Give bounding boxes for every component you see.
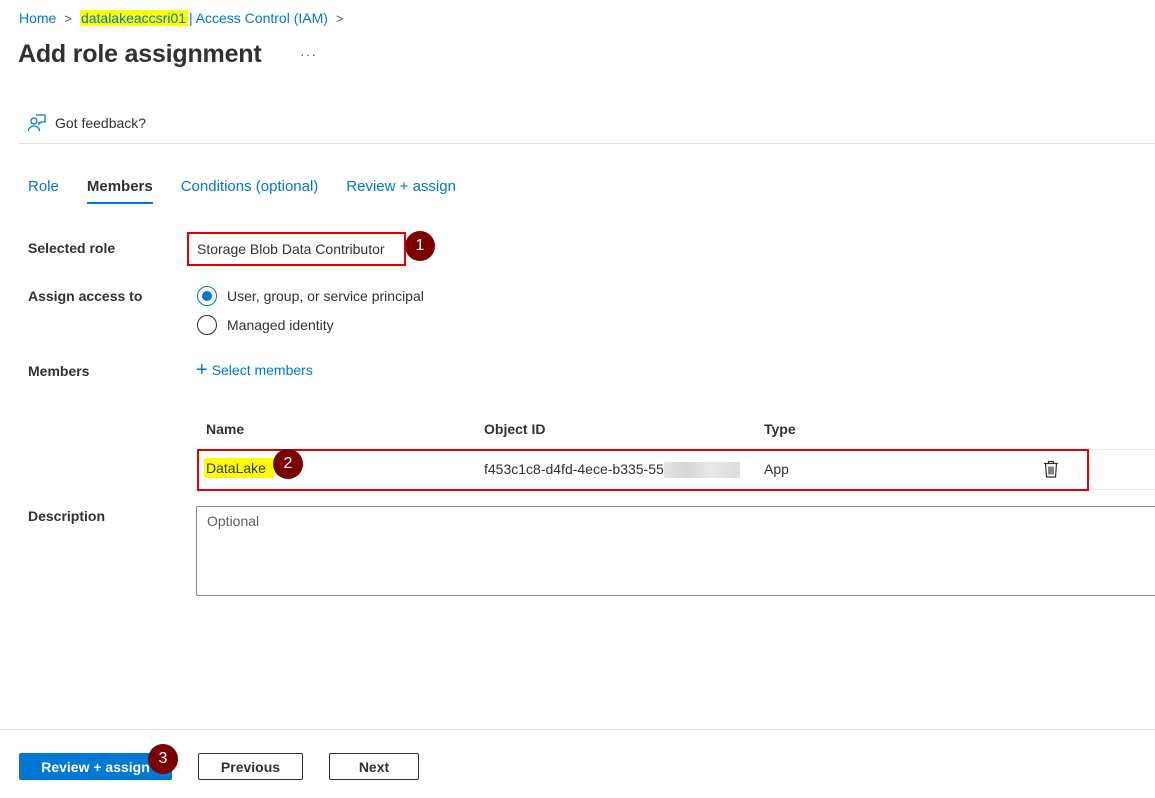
members-label: Members bbox=[28, 363, 90, 379]
radio-managed-identity[interactable]: Managed identity bbox=[197, 315, 334, 335]
chevron-right-icon: > bbox=[64, 10, 72, 26]
feedback-person-icon bbox=[27, 114, 46, 132]
column-header-type: Type bbox=[764, 421, 796, 437]
annotation-badge-2: 2 bbox=[273, 449, 303, 479]
more-options-button[interactable]: ··· bbox=[300, 46, 317, 62]
previous-button[interactable]: Previous bbox=[198, 753, 303, 780]
column-header-object-id: Object ID bbox=[484, 421, 546, 437]
tab-members[interactable]: Members bbox=[86, 178, 153, 204]
breadcrumb-pipe: | bbox=[189, 10, 193, 26]
plus-icon: + bbox=[196, 359, 208, 381]
select-members-label: Select members bbox=[211, 362, 313, 378]
radio-unchecked-icon[interactable] bbox=[197, 315, 217, 335]
description-label: Description bbox=[28, 508, 106, 524]
radio-checked-icon[interactable] bbox=[197, 286, 217, 306]
tab-review-assign[interactable]: Review + assign bbox=[346, 178, 456, 203]
object-id-text: f453c1c8-d4fd-4ece-b335-55 bbox=[484, 461, 664, 477]
breadcrumb-resource[interactable]: datalakeaccsri01 bbox=[79, 10, 189, 26]
chevron-right-icon: > bbox=[335, 10, 344, 26]
annotation-badge-1: 1 bbox=[405, 231, 435, 261]
selected-role-text: Storage Blob Data Contributor bbox=[197, 241, 385, 257]
breadcrumb-section[interactable]: Access Control (IAM) bbox=[196, 10, 328, 26]
breadcrumb: Home > datalakeaccsri01 | Access Control… bbox=[19, 10, 352, 26]
assign-access-label: Assign access to bbox=[28, 288, 143, 304]
member-name: DataLake bbox=[204, 458, 274, 478]
footer-divider bbox=[0, 729, 1155, 730]
radio-label: User, group, or service principal bbox=[227, 288, 424, 304]
page-title: Add role assignment bbox=[18, 40, 262, 68]
column-header-name: Name bbox=[206, 421, 245, 437]
trash-icon[interactable] bbox=[1043, 460, 1059, 478]
tab-conditions[interactable]: Conditions (optional) bbox=[181, 178, 319, 203]
breadcrumb-home[interactable]: Home bbox=[19, 10, 56, 26]
header-divider bbox=[19, 143, 1155, 144]
selected-role-value: Storage Blob Data Contributor bbox=[187, 232, 406, 266]
description-textarea[interactable] bbox=[196, 506, 1155, 596]
radio-label: Managed identity bbox=[227, 317, 334, 333]
selected-role-label: Selected role bbox=[28, 240, 116, 256]
feedback-link[interactable]: Got feedback? bbox=[27, 113, 146, 133]
feedback-label: Got feedback? bbox=[55, 115, 147, 131]
member-object-id: f453c1c8-d4fd-4ece-b335-55 bbox=[484, 461, 740, 479]
tab-role[interactable]: Role bbox=[28, 178, 59, 203]
select-members-link[interactable]: + Select members bbox=[196, 359, 313, 381]
redacted-block bbox=[663, 462, 740, 479]
next-button[interactable]: Next bbox=[329, 753, 419, 780]
member-type: App bbox=[764, 461, 789, 477]
wizard-tabs: Role Members Conditions (optional) Revie… bbox=[28, 178, 484, 204]
annotation-badge-3: 3 bbox=[148, 744, 178, 774]
radio-user-group-sp[interactable]: User, group, or service principal bbox=[197, 286, 424, 306]
